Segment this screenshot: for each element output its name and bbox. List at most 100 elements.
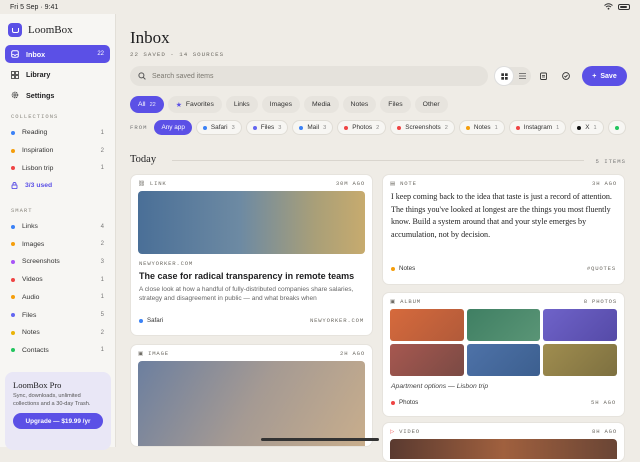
source-chip-mail[interactable]: Mail 3 bbox=[292, 120, 334, 135]
sidebar-item-files[interactable]: Files 5 bbox=[0, 306, 115, 324]
color-dot bbox=[11, 166, 15, 171]
battery-icon bbox=[618, 4, 630, 10]
sidebar-item-images[interactable]: Images 2 bbox=[0, 235, 115, 253]
sidebar-item-inbox[interactable]: Inbox 22 bbox=[5, 45, 110, 63]
color-dot bbox=[11, 224, 15, 229]
filter-chip-notes[interactable]: Notes bbox=[342, 96, 377, 113]
filter-count: 22 bbox=[149, 101, 156, 108]
filter-chip-files[interactable]: Files bbox=[380, 96, 411, 113]
inbox-icon bbox=[11, 50, 19, 58]
filter-chip-favorites[interactable]: ★ Favorites bbox=[167, 96, 222, 113]
source-chip-instagram[interactable]: Instagram 1 bbox=[508, 120, 567, 135]
sidebar-item-links[interactable]: Links 4 bbox=[0, 218, 115, 236]
plus-icon: + bbox=[592, 72, 597, 80]
sidebar-item-count: 1 bbox=[100, 165, 104, 172]
sidebar-item-notes[interactable]: Notes 2 bbox=[0, 324, 115, 342]
filter-label: All bbox=[138, 101, 146, 108]
card-video[interactable]: ▷ VIDEO 8H AGO bbox=[382, 422, 625, 462]
source-count: 1 bbox=[494, 124, 498, 131]
source-chip-any-app[interactable]: Any app bbox=[154, 120, 192, 135]
color-dot bbox=[11, 348, 15, 353]
card-album[interactable]: ▣ ALBUM 8 PHOTOS Apartment options — Lisbo… bbox=[382, 292, 625, 417]
sidebar-item-count: 5 bbox=[100, 312, 104, 319]
sidebar-item-contacts[interactable]: Contacts 1 bbox=[0, 342, 115, 360]
color-dot bbox=[11, 242, 15, 247]
check-circle-icon bbox=[562, 72, 570, 80]
sidebar-item-settings[interactable]: Settings bbox=[5, 86, 110, 104]
album-icon: ▣ bbox=[390, 297, 397, 305]
sidebar-item-videos[interactable]: Videos 1 bbox=[0, 271, 115, 289]
star-icon: ★ bbox=[175, 101, 182, 109]
sidebar-item-count: 3 bbox=[100, 258, 104, 265]
card-link[interactable]: ⛓ LINK 30M AGO NEWYORKER.COM The case for … bbox=[130, 174, 373, 336]
link-thumbnail bbox=[138, 191, 365, 254]
filter-chip-media[interactable]: Media bbox=[304, 96, 339, 113]
sidebar-item-label: Audio bbox=[22, 293, 40, 301]
filter-chip-all[interactable]: All 22 bbox=[130, 96, 164, 113]
card-count: 8 PHOTOS bbox=[583, 297, 617, 305]
brand[interactable]: LoomBox bbox=[0, 14, 115, 45]
album-photo bbox=[466, 344, 541, 376]
source-chip-screenshots[interactable]: Screenshots 2 bbox=[390, 120, 455, 135]
sidebar-item-label: Contacts bbox=[22, 346, 49, 354]
card-note[interactable]: ▤ NOTE 3H AGO I keep coming back to the id… bbox=[382, 174, 625, 285]
list-view-button[interactable] bbox=[513, 67, 531, 85]
source-chip-more[interactable] bbox=[607, 120, 626, 135]
sidebar-item-label: Links bbox=[22, 223, 38, 231]
source-label: Instagram bbox=[523, 124, 553, 131]
note-icon: ▤ bbox=[390, 179, 397, 187]
source-label: Safari bbox=[210, 124, 228, 131]
collections-usage[interactable]: 3/3 used bbox=[0, 177, 115, 195]
source-chip-files[interactable]: Files 3 bbox=[245, 120, 289, 135]
usage-label: 3/3 used bbox=[25, 182, 53, 190]
select-button[interactable] bbox=[557, 67, 575, 85]
sidebar-item-screenshots[interactable]: Screenshots 3 bbox=[0, 253, 115, 271]
save-button[interactable]: + Save bbox=[582, 66, 627, 86]
upgrade-button[interactable]: Upgrade — $19.99 /yr bbox=[13, 413, 103, 430]
card-title[interactable]: The case for radical transparency in rem… bbox=[139, 271, 364, 281]
sidebar-item-audio[interactable]: Audio 1 bbox=[0, 289, 115, 307]
source-chip-x[interactable]: X1 bbox=[570, 120, 604, 135]
search-input[interactable]: Search saved items bbox=[130, 66, 488, 86]
source-dot bbox=[299, 125, 304, 130]
list-icon bbox=[518, 73, 526, 79]
status-time: Fri 5 Sep · 9:41 bbox=[10, 3, 59, 11]
source-dot bbox=[397, 125, 402, 130]
page-subtitle: 22 SAVED · 14 SOURCES bbox=[130, 51, 225, 58]
sidebar-item-reading[interactable]: Reading 1 bbox=[0, 124, 115, 142]
filter-label: Images bbox=[269, 101, 293, 108]
sidebar-item-count: 2 bbox=[100, 147, 104, 154]
source-chip-safari[interactable]: Safari 3 bbox=[195, 120, 242, 135]
collections-header: COLLECTIONS bbox=[11, 113, 59, 120]
filter-chip-images[interactable]: Images bbox=[261, 96, 301, 113]
filter-chip-other[interactable]: Other bbox=[414, 96, 448, 113]
sidebar-item-library[interactable]: Library bbox=[5, 66, 110, 84]
pro-promo: LoomBox Pro Sync, downloads, unlimited c… bbox=[5, 372, 111, 450]
album-photo bbox=[543, 344, 617, 376]
section-title: Today bbox=[130, 154, 157, 165]
sidebar-item-count: 1 bbox=[100, 129, 104, 136]
sidebar-item-label: Videos bbox=[22, 276, 43, 284]
main-content: Inbox 22 SAVED · 14 SOURCES Search saved… bbox=[117, 14, 640, 462]
album-grid bbox=[383, 309, 624, 376]
source-chip-notes[interactable]: Notes 1 bbox=[458, 120, 505, 135]
clipboard-button[interactable] bbox=[534, 67, 552, 85]
link-icon: ⛓ bbox=[138, 179, 146, 187]
section-count: 5 ITEMS bbox=[595, 158, 626, 165]
sidebar-item-inspiration[interactable]: Inspiration 2 bbox=[0, 142, 115, 160]
color-dot bbox=[11, 330, 15, 335]
card-type: NOTE bbox=[400, 179, 417, 187]
card-image[interactable]: ▣ IMAGE 2H AGO bbox=[130, 344, 373, 447]
card-time: 2H AGO bbox=[340, 349, 365, 357]
source-chip-photos[interactable]: Photos 2 bbox=[337, 120, 387, 135]
gear-icon bbox=[11, 91, 19, 99]
wifi-icon bbox=[604, 2, 613, 12]
sidebar-item-lisbon-trip[interactable]: Lisbon trip 1 bbox=[0, 159, 115, 177]
source-dot bbox=[515, 125, 520, 130]
clipboard-icon bbox=[539, 72, 547, 80]
source-dot bbox=[391, 400, 395, 405]
filter-chip-links[interactable]: Links bbox=[225, 96, 258, 113]
source-dot bbox=[577, 125, 582, 130]
sidebar-item-label: Inbox bbox=[26, 49, 46, 59]
grid-view-button[interactable] bbox=[495, 67, 513, 85]
